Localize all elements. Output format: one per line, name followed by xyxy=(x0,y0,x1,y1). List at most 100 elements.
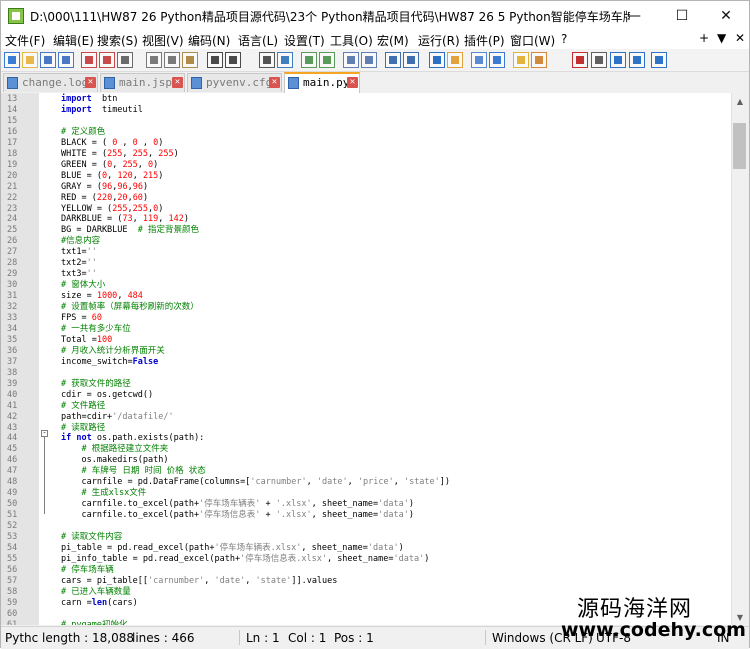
menu-add-icon[interactable]: + xyxy=(699,31,709,45)
menu-close-icon[interactable]: ✕ xyxy=(735,31,745,45)
record-icon[interactable] xyxy=(572,52,588,68)
menu-window[interactable]: 窗口(W) xyxy=(510,32,555,49)
copy-icon[interactable] xyxy=(164,52,180,68)
paste-icon[interactable] xyxy=(182,52,198,68)
open-file-icon[interactable] xyxy=(22,52,38,68)
menu-view[interactable]: 视图(V) xyxy=(142,32,184,49)
code-line: # 车牌号 日期 时间 价格 状态 xyxy=(61,466,205,477)
folder-workspace-icon[interactable] xyxy=(513,52,529,68)
code-token: 255 xyxy=(107,148,123,159)
find-icon[interactable] xyxy=(259,52,275,68)
code-token: ) xyxy=(142,192,149,203)
all-chars-icon[interactable] xyxy=(403,52,419,68)
monitor-icon[interactable] xyxy=(531,52,547,68)
notepad-app-icon xyxy=(8,8,24,24)
line-number: 38 xyxy=(7,367,18,378)
menu-dropdown-icon[interactable]: ▼ xyxy=(717,31,726,45)
menu-plugins[interactable]: 插件(P) xyxy=(464,32,505,49)
cut-icon[interactable] xyxy=(146,52,162,68)
menu-run[interactable]: 运行(R) xyxy=(418,32,460,49)
menu-encoding[interactable]: 编码(N) xyxy=(188,32,230,49)
tab-pyvenv-cfg[interactable]: pyvenv.cfg ✕ xyxy=(187,73,282,92)
record-glyph xyxy=(576,56,584,64)
code-token: 'data' xyxy=(378,499,409,510)
code-token: '停车场信息表.xlsx' xyxy=(240,553,327,564)
close-icon[interactable] xyxy=(81,52,97,68)
tab-close-icon[interactable]: ✕ xyxy=(269,77,280,88)
save-macro-icon[interactable] xyxy=(651,52,667,68)
close-window-button[interactable]: ✕ xyxy=(703,1,749,31)
play-multi-icon[interactable] xyxy=(629,52,645,68)
fold-margin[interactable]: - xyxy=(39,93,49,625)
save-all-icon[interactable] xyxy=(58,52,74,68)
indent-guide-icon[interactable] xyxy=(429,52,445,68)
code-token: '.xlsx' xyxy=(275,510,312,521)
stop-icon[interactable] xyxy=(591,52,607,68)
code-token: 255 xyxy=(158,148,174,159)
tab-close-icon[interactable]: ✕ xyxy=(85,77,96,88)
code-token: 220 xyxy=(96,192,113,203)
menu-macro[interactable]: 宏(M) xyxy=(377,32,409,49)
tab-close-icon[interactable]: ✕ xyxy=(172,77,183,88)
code-line: # 读取文件内容 xyxy=(61,532,122,543)
scroll-up-icon[interactable]: ▲ xyxy=(735,97,745,106)
scroll-thumb[interactable] xyxy=(733,123,746,169)
menu-tools[interactable]: 工具(O) xyxy=(330,32,373,49)
function-list-glyph xyxy=(493,56,501,64)
redo-icon[interactable] xyxy=(225,52,241,68)
save-icon[interactable] xyxy=(40,52,56,68)
code-token: , xyxy=(122,148,133,159)
minimize-button[interactable]: — xyxy=(611,1,657,31)
line-number: 30 xyxy=(7,280,18,291)
code-token: # 读取文件内容 xyxy=(61,532,123,542)
zoom-out-icon[interactable] xyxy=(319,52,335,68)
code-token: '/datafile/' xyxy=(112,411,174,422)
tab-main-jsp[interactable]: main.jsp ✕ xyxy=(100,73,185,92)
fold-toggle-icon[interactable]: - xyxy=(41,430,48,437)
menu-settings[interactable]: 设置(T) xyxy=(284,32,325,49)
close-all-icon[interactable] xyxy=(99,52,115,68)
code-line: # 窗体大小 xyxy=(61,280,105,291)
file-icon xyxy=(104,77,115,89)
menu-language[interactable]: 语言(L) xyxy=(238,32,278,49)
print-icon[interactable] xyxy=(117,52,133,68)
wrap-icon[interactable] xyxy=(385,52,401,68)
save-all-glyph xyxy=(62,56,70,64)
line-number: 56 xyxy=(7,564,18,575)
tab-change-log[interactable]: change.log ✕ xyxy=(3,73,98,92)
sync-v-icon[interactable] xyxy=(343,52,359,68)
sync-h-icon[interactable] xyxy=(361,52,377,68)
maximize-button[interactable]: ☐ xyxy=(659,1,705,31)
code-line: txt3='' xyxy=(61,269,97,280)
code-token: # 读取路径 xyxy=(61,422,106,433)
code-token: , xyxy=(117,291,128,302)
code-token: 'state' xyxy=(403,477,440,488)
udl-icon[interactable] xyxy=(447,52,463,68)
save-glyph xyxy=(44,56,52,64)
code-token: size = xyxy=(61,291,97,302)
code-token: # 设置帧率（屏幕每秒刷新的次数） xyxy=(61,302,199,313)
tab-close-icon[interactable]: ✕ xyxy=(347,77,358,88)
line-number: 39 xyxy=(7,378,18,389)
menu-help[interactable]: ? xyxy=(561,32,567,46)
code-token: , xyxy=(393,477,404,488)
code-token: os.path.exists(path): xyxy=(91,433,205,444)
function-list-icon[interactable] xyxy=(489,52,505,68)
line-number: 14 xyxy=(7,104,18,115)
code-token: carn = xyxy=(61,597,92,608)
code-token: len xyxy=(91,597,108,608)
menu-file[interactable]: 文件(F) xyxy=(5,32,45,49)
doc-map-icon[interactable] xyxy=(471,52,487,68)
code-editor[interactable]: 13 14 15 16 17 18 19 20 21 22 23 24 25 26 27 28 29 30 31 32… xyxy=(1,93,731,625)
tab-main-py[interactable]: main.py ✕ xyxy=(284,72,360,93)
replace-icon[interactable] xyxy=(277,52,293,68)
menu-search[interactable]: 搜索(S) xyxy=(97,32,138,49)
file-icon xyxy=(288,77,299,89)
undo-icon[interactable] xyxy=(207,52,223,68)
zoom-in-icon[interactable] xyxy=(301,52,317,68)
code-line: carn =len(cars) xyxy=(61,598,138,609)
new-file-icon[interactable] xyxy=(4,52,20,68)
menu-edit[interactable]: 编辑(E) xyxy=(53,32,94,49)
play-icon[interactable] xyxy=(610,52,626,68)
vertical-scrollbar[interactable] xyxy=(731,93,749,625)
